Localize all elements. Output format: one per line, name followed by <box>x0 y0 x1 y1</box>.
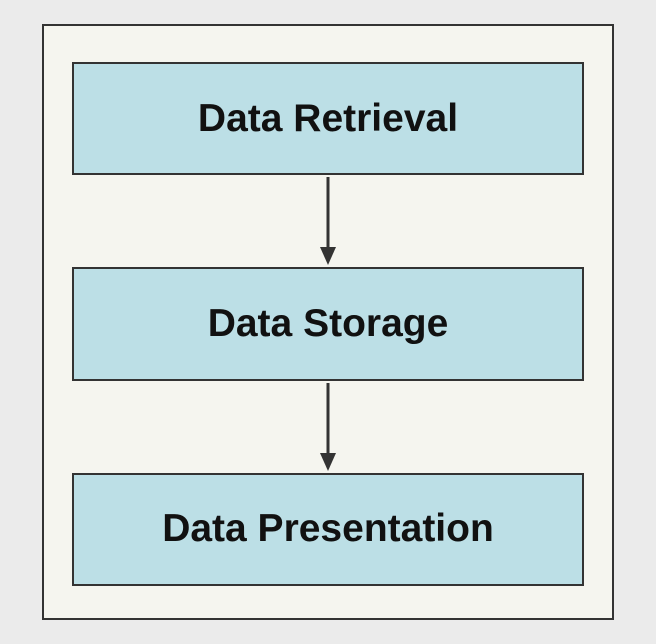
box-data-retrieval: Data Retrieval <box>72 62 584 175</box>
arrow-2 <box>72 381 584 473</box>
box-label: Data Retrieval <box>198 97 458 141</box>
arrow-down-icon <box>316 381 340 473</box>
box-data-presentation: Data Presentation <box>72 473 584 586</box>
box-label: Data Presentation <box>162 507 494 551</box>
diagram-frame: Data Retrieval Data Storage Data Present… <box>42 24 614 620</box>
arrow-1 <box>72 175 584 267</box>
box-data-storage: Data Storage <box>72 267 584 380</box>
box-label: Data Storage <box>208 302 449 346</box>
arrow-down-icon <box>316 175 340 267</box>
